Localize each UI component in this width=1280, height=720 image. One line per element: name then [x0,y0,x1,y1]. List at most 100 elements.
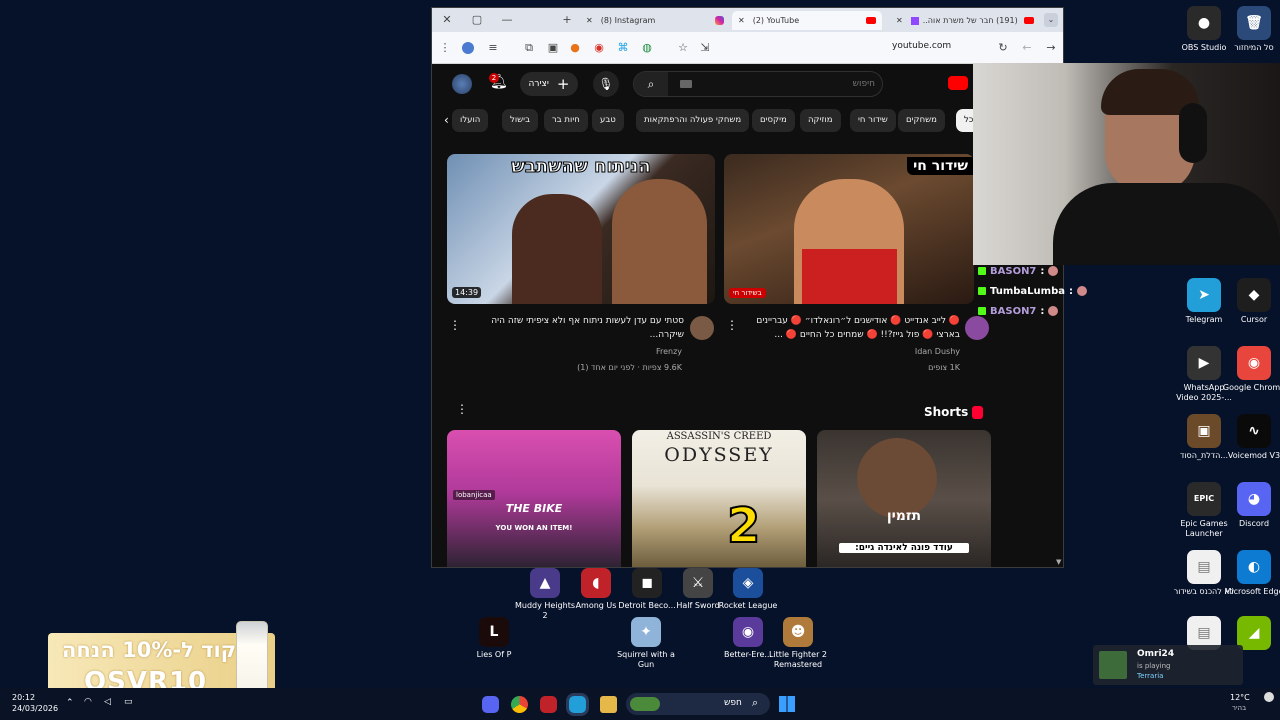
filter-chip[interactable]: מיקסים [752,109,795,132]
desktop-icon-label: Rocket League [718,601,778,610]
file-explorer-icon[interactable] [600,696,617,713]
video-stats: 1K צופים [928,363,960,372]
video-thumbnail[interactable]: שידור חי בשידור חי [724,154,974,304]
desktop-icon-label: Google Chrome [1222,383,1280,392]
channel-avatar[interactable] [690,316,714,340]
desktop-icon[interactable]: ◈ Rocket League [716,568,780,611]
short-thumbnail[interactable]: תזמין עודד פונה לאינדה גיים: [817,430,991,567]
game-icon: ◖ [581,568,611,598]
menu-icon[interactable]: ⋮ [438,41,452,55]
filter-chip[interactable]: משחקים [898,109,945,132]
maximize-window-icon[interactable]: ▢ [470,13,484,27]
extension-icon[interactable]: ⌘ [616,41,630,55]
discord-taskbar-icon[interactable] [482,696,499,713]
start-button-icon[interactable] [779,696,795,712]
notification-game: Terraria [1137,672,1164,680]
extension-icon[interactable]: ◉ [592,41,606,55]
filter-chip[interactable]: מוזיקה [800,109,841,132]
webcam-headset [1179,103,1207,163]
chat-username: TumbaLumba [990,285,1065,297]
back-icon[interactable]: ← [1020,41,1034,55]
shorts-menu-icon[interactable]: ⋮ [456,402,468,416]
obs-taskbar-icon[interactable] [540,696,557,713]
channel-name[interactable]: Idan Dushy [852,347,960,356]
desktop-icon[interactable]: 🗑 סל המיחזור [1222,6,1280,53]
twitch-icon [910,16,919,25]
taskbar-time: 20:12 [12,693,36,702]
create-button[interactable]: יצירה + [520,72,578,96]
media-icon[interactable]: ≡ [486,41,500,55]
short-subcaption: עודד פונה לאינדה גיים: [839,543,969,553]
extension-icon[interactable]: ● [568,41,582,55]
short-thumbnail[interactable]: ASSASSIN'S CREED ODYSSEY 2 [632,430,806,567]
desktop-icon[interactable]: L Lies Of P [462,617,526,660]
desktop-icon[interactable]: ◕ Discord [1222,482,1280,529]
video-menu-icon[interactable]: ⋮ [726,318,738,332]
wifi-icon[interactable]: ◠ [84,697,92,707]
desktop-icon[interactable]: ∿ Voicemod V3 [1222,414,1280,461]
reload-icon[interactable]: ↻ [996,41,1010,55]
filter-chip[interactable]: הועלו [452,109,489,132]
profile-icon[interactable] [462,42,474,54]
filter-chip[interactable]: חיות בר [544,109,588,132]
telegram-taskbar-icon[interactable] [569,696,586,713]
desktop-icon-label: Voicemod V3 [1227,451,1280,460]
chips-scroll-left-icon[interactable]: ‹ [444,113,449,127]
video-menu-icon[interactable]: ⋮ [449,318,461,332]
keyboard-icon[interactable] [680,80,692,88]
tab-youtube[interactable]: ✕ (2) YouTube [732,11,882,30]
filter-chip[interactable]: שידור חי [850,109,896,132]
volume-icon[interactable]: ◁ [104,697,111,707]
search-icon: ⌕ [752,696,759,709]
close-tab-icon[interactable]: ✕ [738,16,745,25]
kick-badge-icon [978,267,986,275]
new-tab-icon[interactable]: + [560,13,574,27]
install-app-icon[interactable]: ⇲ [698,41,712,55]
chrome-taskbar-icon[interactable] [511,696,528,713]
video-title[interactable]: 🔴 לייב אנדייט 🔴 אודישנים ל״רונאלדו״ 🔴 עב… [746,314,960,342]
battery-icon[interactable]: ▭ [124,697,133,707]
short-caption: ODYSSEY [664,444,774,466]
youtube-logo-icon[interactable] [948,76,968,90]
close-tab-icon[interactable]: ✕ [586,16,593,25]
close-window-icon[interactable]: ✕ [440,13,454,27]
filter-chip[interactable]: משחקי פעולה והרפתקאות [636,109,750,132]
app-icon: ▶ [1187,346,1221,380]
channel-avatar[interactable] [965,316,989,340]
desktop-icon[interactable]: ☻ Little Fighter 2 Remastered [766,617,830,670]
search-input[interactable] [700,75,875,93]
desktop-icon[interactable]: ◐ Microsoft Edge [1222,550,1280,597]
extension-icon[interactable]: ◍ [640,41,654,55]
game-icon: ▲ [530,568,560,598]
url-field[interactable]: youtube.com [892,41,951,51]
tab-twitch[interactable]: ✕ (191) חבר של משרת אוה... [890,11,1040,30]
taskbar-date: 24/03/2026 [12,704,59,713]
search-button[interactable]: ⌕ [634,72,668,96]
filter-chip[interactable]: בישול [502,109,538,132]
desktop-icon[interactable]: ✦ Squirrel with a Gun [614,617,678,670]
scroll-down-icon[interactable]: ▼ [1056,558,1061,566]
tab-search-icon[interactable]: ⌄ [1044,13,1058,27]
app-icon: ◉ [1237,346,1271,380]
weather-temp[interactable]: 12°C [1230,693,1250,702]
video-thumbnail[interactable]: הניתוח שהשתבש 14:39 [447,154,715,304]
tab-instagram[interactable]: ✕ (8) Instagram [580,11,730,30]
minimize-window-icon[interactable]: — [500,13,514,27]
chat-message: BASON7 : [978,264,1059,278]
video-title[interactable]: סטתי עם עדן לעשות ניתוח אף ולא ציפיתי שז… [472,314,684,342]
taskbar-search[interactable]: חפש ⌕ [626,693,770,715]
channel-name[interactable]: Frenzy [582,347,682,356]
microphone-icon[interactable]: 🎙︎ [593,71,619,97]
extensions-icon[interactable]: ⧉ [522,41,536,55]
short-thumbnail[interactable]: lobanjicaa THE BIKE YOU WON AN ITEM! [447,430,621,567]
filter-chip[interactable]: טבע [592,109,624,132]
forward-icon[interactable]: → [1044,41,1058,55]
avatar[interactable] [452,74,472,94]
extension-icon[interactable]: ▣ [546,41,560,55]
desktop-icon[interactable]: ◆ Cursor [1222,278,1280,325]
close-tab-icon[interactable]: ✕ [896,16,903,25]
tab-label: (191) חבר של משרת אוה... [922,16,1018,25]
tray-chevron-icon[interactable]: ⌃ [66,698,74,708]
bookmark-star-icon[interactable]: ☆ [676,41,690,55]
desktop-icon[interactable]: ◉ Google Chrome [1222,346,1280,393]
